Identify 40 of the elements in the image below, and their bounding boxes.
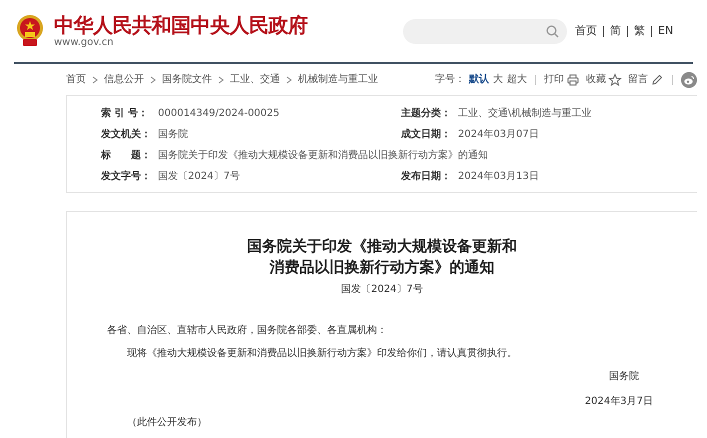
nav-link[interactable]: EN	[658, 22, 674, 40]
tool-link[interactable]: 留言	[628, 72, 648, 87]
breadcrumb-link[interactable]: 国务院文件	[162, 72, 212, 87]
font-size-option[interactable]: 大	[493, 72, 503, 87]
document-number: 国发〔2024〕7号	[340, 283, 424, 297]
field-value: 国务院	[158, 128, 188, 142]
salutation-text: 各省、自治区、直辖市人民政府，国务院各部委、各直属机构：	[107, 324, 388, 338]
breadcrumb-link[interactable]: 机械制造与重工业	[298, 72, 378, 87]
field-label: 发文机关：	[101, 128, 152, 142]
tool-link[interactable]: 打印	[544, 72, 564, 87]
font-size-option[interactable]: 默认	[469, 72, 489, 87]
site-url: www.gov.cn	[54, 37, 114, 49]
signature-text: 国务院	[609, 370, 639, 384]
breadcrumb-link[interactable]: 工业、交通	[230, 72, 280, 87]
breadcrumb-link[interactable]: 首页	[66, 72, 86, 87]
nav-link[interactable]: 首页	[575, 22, 597, 40]
publication-note: （此件公开发布）	[127, 416, 208, 430]
field-label: 标 题：	[101, 148, 152, 163]
field-value: 国务院关于印发《推动大规模设备更新和消费品以旧换新行动方案》的通知	[158, 148, 488, 163]
field-value: 工业、交通\机械制造与重工业	[458, 106, 592, 121]
field-value: 国发〔2024〕7号	[158, 170, 240, 184]
field-label: 索 引 号：	[101, 106, 149, 121]
nav-link[interactable]: 简	[610, 22, 621, 40]
field-label: 发文字号：	[101, 169, 152, 184]
font-size-option[interactable]: 超大	[507, 72, 527, 87]
field-value: 2024年03月07日	[458, 128, 539, 142]
document-date: 2024年3月7日	[584, 395, 653, 409]
site-title[interactable]: 中华人民共和国中央人民政府	[54, 13, 308, 37]
tool-link[interactable]: 收藏	[586, 72, 606, 87]
font-size-label: 字号：	[435, 72, 465, 87]
document-title: 消费品以旧换新行动方案》的通知	[270, 257, 494, 278]
breadcrumb-link[interactable]: 信息公开	[104, 72, 144, 87]
field-label: 发布日期：	[401, 170, 452, 184]
field-label: 主题分类：	[401, 106, 452, 121]
field-label: 成文日期：	[401, 128, 452, 142]
nav-link[interactable]: 繁	[634, 22, 645, 40]
document-title: 国务院关于印发《推动大规模设备更新和	[247, 236, 517, 257]
field-value: 000014349/2024-00025	[158, 107, 280, 121]
field-value: 2024年03月13日	[458, 170, 539, 184]
body-paragraph: 现将《推动大规模设备更新和消费品以旧换新行动方案》印发给你们，请认真贯彻执行。	[127, 346, 518, 361]
